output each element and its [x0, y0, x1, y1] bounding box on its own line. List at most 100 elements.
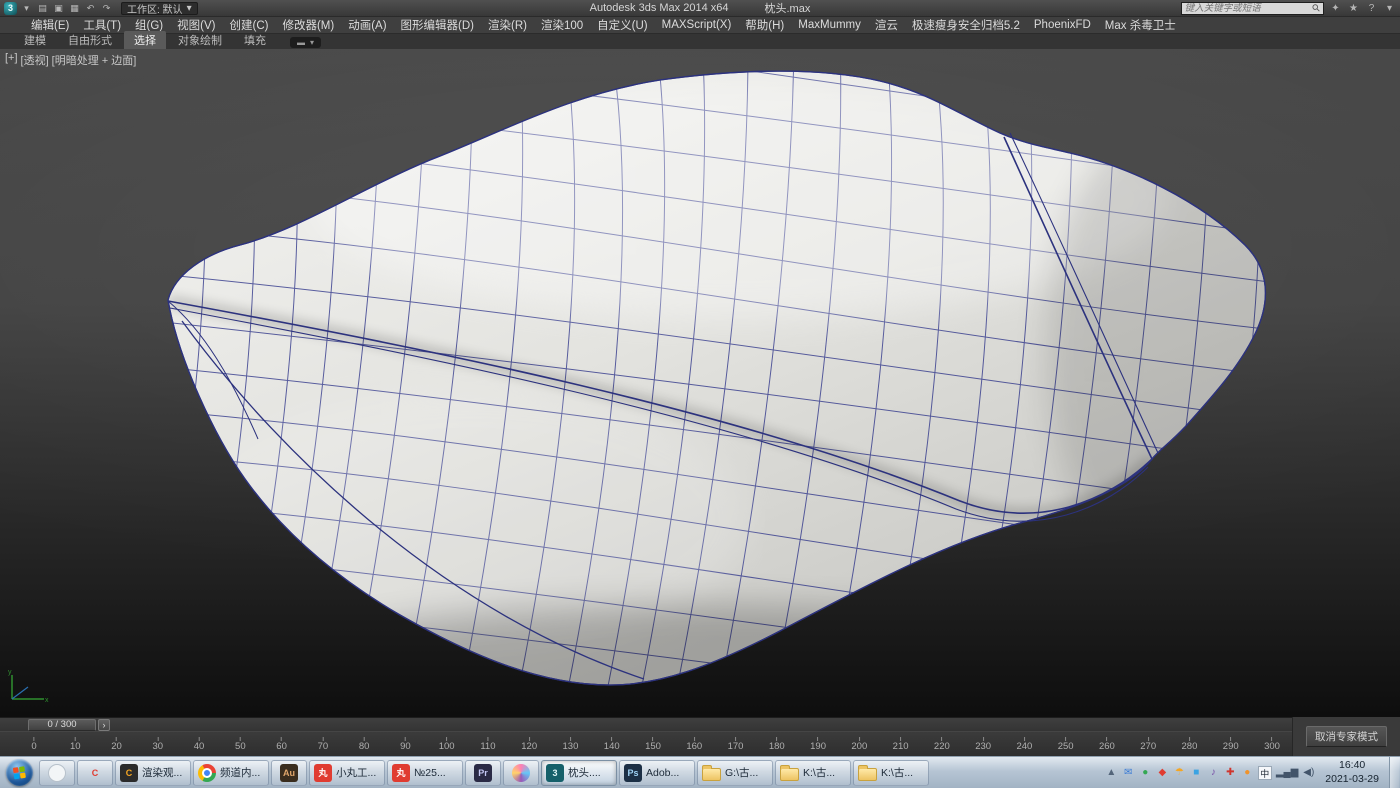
open-file-icon[interactable]: ▣: [52, 2, 65, 15]
pillow-model[interactable]: [0, 49, 1400, 717]
tray-icon-umbrella[interactable]: ☂: [1173, 766, 1186, 780]
taskbar-item-3dsmax-icon: 3: [546, 764, 564, 782]
menu-item[interactable]: 渲云: [868, 17, 905, 33]
taskbar-clock[interactable]: 16:40 2021-03-29: [1319, 759, 1385, 785]
ribbon-tab-bar: 建模自由形式选择对象绘制填充 ▬ ▾: [0, 34, 1400, 49]
taskbar-item-folder-g[interactable]: G:\古...: [697, 760, 773, 786]
menu-item[interactable]: MaxMummy: [791, 17, 868, 33]
taskbar-item-photoshop[interactable]: PsAdob...: [619, 760, 695, 786]
tray-volume-icon[interactable]: ◀): [1302, 766, 1315, 780]
menu-item[interactable]: PhoenixFD: [1027, 17, 1098, 33]
menu-item[interactable]: MAXScript(X): [655, 17, 739, 33]
taskbar-item-folder-k2[interactable]: K:\古...: [853, 760, 929, 786]
time-slider-handle[interactable]: 0 / 300: [28, 719, 96, 731]
redo-icon[interactable]: ↷: [100, 2, 113, 15]
taskbar-item-xiaowan[interactable]: 丸小丸工...: [309, 760, 385, 786]
ribbon-state-icon: ▬: [297, 38, 305, 47]
ruler-tick: 170: [728, 737, 744, 752]
cancel-expert-mode-button[interactable]: 取消专家模式: [1306, 726, 1387, 747]
taskbar-item-browser[interactable]: [39, 760, 75, 786]
time-slider-next-button[interactable]: ›: [98, 719, 110, 731]
tray-expand-icon[interactable]: ▲: [1105, 766, 1118, 780]
taskbar-item-render-viewer[interactable]: C渲染观...: [115, 760, 191, 786]
ruler-tick: 0: [31, 737, 36, 752]
ruler-tick: 20: [111, 737, 122, 752]
menu-item[interactable]: 渲染100: [534, 17, 590, 33]
menu-item[interactable]: 动画(A): [341, 17, 393, 33]
help-icon[interactable]: ?: [1365, 3, 1378, 14]
search-input[interactable]: [1182, 3, 1310, 14]
ribbon-tabs: 建模自由形式选择对象绘制填充: [14, 34, 276, 49]
menu-item[interactable]: 图形编辑器(D): [394, 17, 481, 33]
ruler-tick: 40: [194, 737, 205, 752]
taskbar-item-3dsmax[interactable]: 3枕头....: [541, 760, 617, 786]
start-button[interactable]: [6, 759, 33, 786]
tray-icon-green-dot[interactable]: ●: [1139, 766, 1152, 780]
ruler-tick: 100: [439, 737, 455, 752]
ruler-tick: 200: [851, 737, 867, 752]
tray-icon-orange-dot[interactable]: ●: [1241, 766, 1254, 780]
ribbon-tab-填充[interactable]: 填充: [234, 31, 276, 49]
viewport-pov-label[interactable]: [透视]: [21, 52, 49, 68]
ruler-tick: 140: [604, 737, 620, 752]
taskbar-item-no25[interactable]: 丸№25...: [387, 760, 463, 786]
taskbar-item-label: K:\古...: [803, 765, 835, 780]
menu-item[interactable]: 帮助(H): [738, 17, 791, 33]
app-title: Autodesk 3ds Max 2014 x64: [590, 2, 729, 14]
app-logo-icon[interactable]: 3: [4, 2, 17, 15]
infocenter: ⚲ ✦ ★ ? ▾: [1181, 2, 1396, 15]
menu-item[interactable]: 修改器(M): [275, 17, 341, 33]
taskbar-item-audition[interactable]: Au: [271, 760, 307, 786]
tray-network-icon[interactable]: ▂▄▆: [1276, 766, 1298, 780]
viewport[interactable]: [+] [透视] [明暗处理 + 边面]: [0, 49, 1400, 717]
taskbar-item-no25-icon: 丸: [392, 764, 410, 782]
time-ruler[interactable]: 0102030405060708090100110120130140150160…: [0, 731, 1292, 756]
menu-item[interactable]: Max 杀毒卫士: [1098, 17, 1183, 33]
taskbar-item-folder-k1[interactable]: K:\古...: [775, 760, 851, 786]
ribbon-tab-对象绘制[interactable]: 对象绘制: [168, 31, 232, 49]
svg-text:y: y: [8, 669, 12, 676]
time-slider-track[interactable]: 0 / 300 ›: [0, 717, 1292, 731]
tray-icon-mail[interactable]: ✉: [1122, 766, 1135, 780]
3dsmax-window: 3 ▾ ▤ ▣ ▦ ↶ ↷ 工作区: 默认 ▾ Autodesk 3ds Max…: [0, 0, 1400, 788]
viewport-shading-label[interactable]: [明暗处理 + 边面]: [52, 52, 137, 68]
ruler-tick: 160: [686, 737, 702, 752]
ruler-tick: 220: [934, 737, 950, 752]
undo-icon[interactable]: ↶: [84, 2, 97, 15]
workspace-dropdown[interactable]: 工作区: 默认 ▾: [121, 2, 198, 15]
new-scene-icon[interactable]: ▤: [36, 2, 49, 15]
ribbon-tab-选择[interactable]: 选择: [124, 31, 166, 49]
favorites-icon[interactable]: ★: [1347, 3, 1360, 14]
infocenter-chevron-icon[interactable]: ▾: [1383, 3, 1396, 14]
taskbar-item-browser-icon: [48, 764, 66, 782]
taskbar-item-channel[interactable]: 频道内...: [193, 760, 269, 786]
menu-item[interactable]: 渲染(R): [481, 17, 534, 33]
ribbon-tab-自由形式[interactable]: 自由形式: [58, 31, 122, 49]
communication-center-icon[interactable]: ✦: [1329, 3, 1342, 14]
tray-icon-red-diamond[interactable]: ◆: [1156, 766, 1169, 780]
show-desktop-button[interactable]: [1389, 757, 1399, 788]
ruler-tick: 80: [359, 737, 370, 752]
taskbar-item-label: K:\古...: [881, 765, 913, 780]
tray-icon-cross[interactable]: ✚: [1224, 766, 1237, 780]
tray-icon-blue-square[interactable]: ■: [1190, 766, 1203, 780]
taskbar-item-c[interactable]: C: [77, 760, 113, 786]
svg-text:x: x: [45, 697, 49, 704]
document-title: 枕头.max: [764, 0, 810, 16]
taskbar-item-orb[interactable]: [503, 760, 539, 786]
viewport-menu-plus[interactable]: [+]: [5, 52, 18, 68]
tray-icon-music[interactable]: ♪: [1207, 766, 1220, 780]
taskbar-item-photoshop-icon: Ps: [624, 764, 642, 782]
taskbar-item-folder-k2-icon: [858, 768, 877, 781]
menu-item[interactable]: 自定义(U): [590, 17, 654, 33]
taskbar-item-label: G:\古...: [725, 765, 758, 780]
app-menu-chevron-icon[interactable]: ▾: [20, 2, 33, 15]
ruler-tick: 290: [1223, 737, 1239, 752]
taskbar-item-premiere[interactable]: Pr: [465, 760, 501, 786]
ribbon-tab-建模[interactable]: 建模: [14, 31, 56, 49]
menu-item[interactable]: 极速瘦身安全归档5.2: [905, 17, 1027, 33]
save-file-icon[interactable]: ▦: [68, 2, 81, 15]
search-icon[interactable]: ⚲: [1308, 0, 1325, 17]
ribbon-minimize-control[interactable]: ▬ ▾: [290, 37, 321, 48]
tray-ime-icon[interactable]: 中: [1258, 766, 1272, 780]
